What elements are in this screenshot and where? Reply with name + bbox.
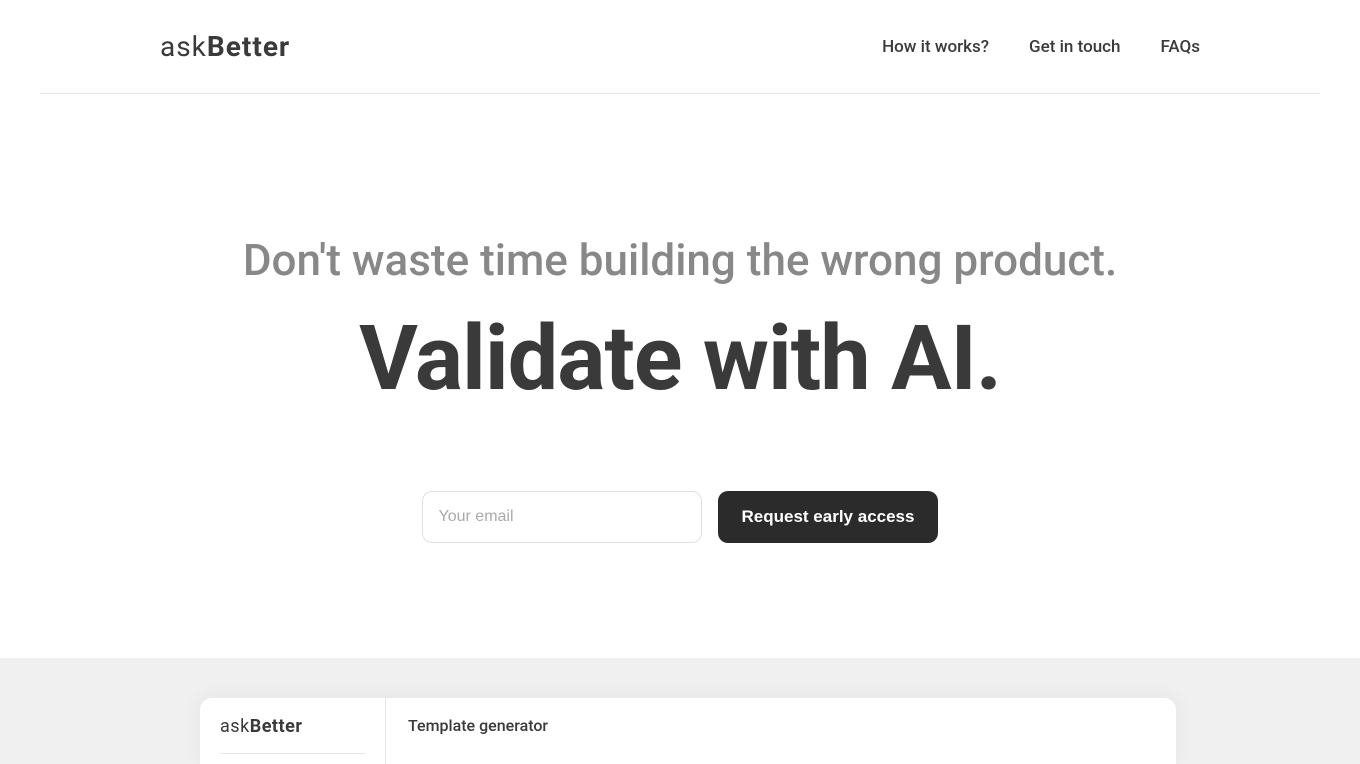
bottom-preview-section: askBetter Template generator bbox=[0, 658, 1360, 764]
app-logo-light-text: ask bbox=[220, 716, 250, 737]
app-preview-main: Template generator bbox=[386, 698, 1176, 764]
app-logo-bold-text: Better bbox=[250, 716, 303, 737]
app-preview-logo: askBetter bbox=[220, 716, 365, 737]
hero-subtitle: Don't waste time building the wrong prod… bbox=[0, 234, 1360, 286]
logo-light-text: ask bbox=[160, 30, 207, 63]
nav-how-it-works[interactable]: How it works? bbox=[882, 37, 989, 57]
logo-bold-text: Better bbox=[207, 30, 290, 63]
hero-section: Don't waste time building the wrong prod… bbox=[0, 94, 1360, 543]
hero-title: Validate with AI. bbox=[0, 306, 1360, 411]
nav-faqs[interactable]: FAQs bbox=[1161, 37, 1201, 57]
header: askBetter How it works? Get in touch FAQ… bbox=[40, 0, 1320, 94]
main-nav: How it works? Get in touch FAQs bbox=[882, 37, 1200, 57]
app-preview-main-title: Template generator bbox=[408, 716, 1154, 735]
email-field[interactable] bbox=[422, 491, 702, 543]
request-access-button[interactable]: Request early access bbox=[718, 491, 939, 543]
logo[interactable]: askBetter bbox=[160, 30, 290, 63]
sidebar-item-placeholder bbox=[220, 753, 365, 754]
cta-form: Request early access bbox=[0, 491, 1360, 543]
nav-get-in-touch[interactable]: Get in touch bbox=[1029, 37, 1120, 57]
app-preview-window: askBetter Template generator bbox=[200, 698, 1176, 764]
app-preview-sidebar: askBetter bbox=[200, 698, 386, 764]
